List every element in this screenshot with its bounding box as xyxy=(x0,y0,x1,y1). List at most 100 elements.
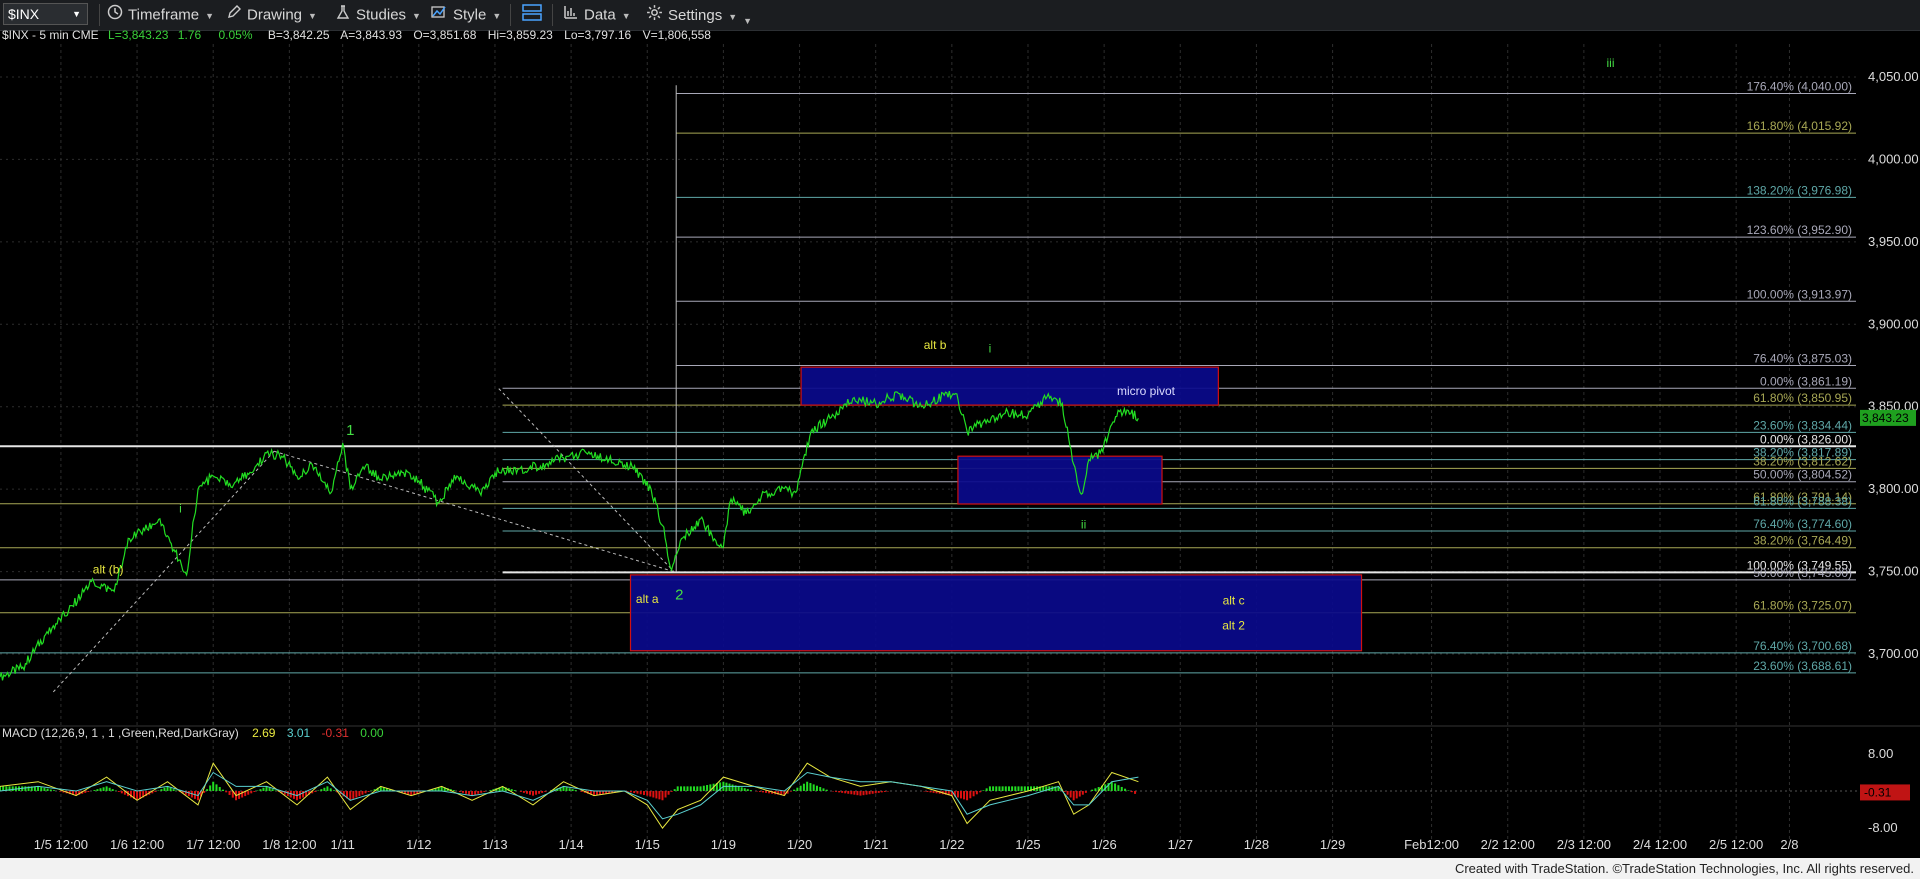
time-tick-label: 1/7 12:00 xyxy=(186,837,240,852)
header-change: 1.76 xyxy=(178,30,202,42)
macd-value-3: -0.31 xyxy=(322,726,350,740)
macd-tick-label: 8.00 xyxy=(1868,746,1893,761)
fib-label: 100.00% (3,913.97) xyxy=(1747,287,1852,301)
time-tick-label: 1/22 xyxy=(939,837,964,852)
time-tick-label: 2/2 12:00 xyxy=(1481,837,1535,852)
macd-header: MACD (12,26,9, 1 , 1 ,Green,Red,DarkGray… xyxy=(2,726,384,740)
layout-button[interactable] xyxy=(522,4,547,26)
toolbar: $INX ▼ Timeframe ▼ Drawing ▼ Studies ▼ Styl… xyxy=(0,0,1920,31)
price-tick-label: 4,000.00 xyxy=(1868,151,1919,166)
wave-label: i xyxy=(989,341,992,355)
fib-label: 176.40% (4,040.00) xyxy=(1747,79,1852,93)
settings-label: Settings xyxy=(668,6,723,24)
trendlines xyxy=(52,388,675,693)
time-tick-label: 1/5 12:00 xyxy=(34,837,88,852)
time-axis[interactable]: 1/5 12:00 1/6 12:00 1/7 12:00 1/8 12:00 1/11… xyxy=(34,837,1799,852)
fib-label: 38.20% (3,764.49) xyxy=(1753,534,1852,548)
time-tick-label: 1/21 xyxy=(863,837,888,852)
style-chart-icon xyxy=(430,4,448,27)
wave-label: 2 xyxy=(675,587,683,604)
price-chart[interactable]: 176.40% (4,040.00)161.80% (4,015.92)138.… xyxy=(0,30,1920,858)
overflow-caret-icon: ▼ xyxy=(743,15,753,26)
toolbar-divider xyxy=(99,4,100,26)
chevron-down-icon: ▼ xyxy=(72,9,81,19)
time-tick-label: 1/29 xyxy=(1320,837,1345,852)
fib-label: 61.80% (3,850.95) xyxy=(1753,391,1852,405)
chart-header: $INX - 5 min CME L=3,843.23 1.76 0.05% B… xyxy=(2,30,711,42)
fib-label: 50.00% (3,745.00) xyxy=(1753,566,1852,580)
price-tick-label: 3,750.00 xyxy=(1868,564,1919,579)
header-bid: B=3,842.25 xyxy=(268,30,330,42)
timeframe-label: Timeframe xyxy=(128,6,200,24)
studies-menu[interactable]: Studies ▼ xyxy=(335,4,421,26)
studies-label: Studies xyxy=(356,6,407,24)
chevron-down-icon: ▼ xyxy=(621,11,631,22)
header-low: Lo=3,797.16 xyxy=(564,30,631,42)
fib-label: 138.20% (3,976.98) xyxy=(1747,183,1852,197)
trendline-dotted xyxy=(273,450,675,573)
macd-label: MACD (12,26,9, 1 , 1 ,Green,Red,DarkGray… xyxy=(2,726,239,740)
wave-label: i xyxy=(179,501,182,515)
time-tick-label: 1/19 xyxy=(711,837,736,852)
data-label: Data xyxy=(584,6,616,24)
chevron-down-icon: ▼ xyxy=(412,11,421,22)
macd-value-2: 3.01 xyxy=(287,726,311,740)
header-open: O=3,851.68 xyxy=(413,30,476,42)
fib-label: 76.40% (3,875.03) xyxy=(1753,351,1852,365)
price-tick-label: 4,050.00 xyxy=(1868,69,1919,84)
wave-label: ii xyxy=(1081,518,1086,532)
time-tick-label: 1/28 xyxy=(1244,837,1269,852)
macd-value-1: 2.69 xyxy=(252,726,276,740)
time-tick-label: 2/5 12:00 xyxy=(1709,837,1763,852)
wave-label: alt 2 xyxy=(1222,618,1245,632)
time-tick-label: 1/11 xyxy=(330,837,354,852)
header-ask: A=3,843.93 xyxy=(340,30,402,42)
pencil-icon xyxy=(226,4,242,27)
price-tick-label: 3,700.00 xyxy=(1868,646,1919,661)
fib-label: 61.80% (3,725.07) xyxy=(1753,599,1852,613)
time-tick-label: 1/27 xyxy=(1168,837,1193,852)
time-tick-label: 1/6 12:00 xyxy=(110,837,164,852)
wave-label: iii xyxy=(1607,56,1615,70)
header-symbol-interval: $INX - 5 min CME xyxy=(2,30,99,42)
settings-menu[interactable]: Settings ▼ ▼ xyxy=(646,4,752,26)
gear-icon xyxy=(646,4,663,28)
drawing-menu[interactable]: Drawing ▼ xyxy=(226,4,317,26)
time-tick-label: 2/4 12:00 xyxy=(1633,837,1687,852)
fib-label: 38.20% (3,812.62) xyxy=(1753,454,1852,468)
macd-tick-label: -8.00 xyxy=(1868,820,1898,835)
macd-value-4: 0.00 xyxy=(360,726,384,740)
header-last: L=3,843.23 xyxy=(108,30,169,42)
flask-icon xyxy=(335,4,351,27)
time-tick-label: 1/15 xyxy=(635,837,660,852)
price-tick-label: 3,950.00 xyxy=(1868,234,1919,249)
symbol-input[interactable]: $INX ▼ xyxy=(3,3,88,25)
price-tick-label: 3,900.00 xyxy=(1868,316,1919,331)
toolbar-divider xyxy=(552,4,553,26)
layout-icon xyxy=(522,4,542,29)
chevron-down-icon: ▼ xyxy=(728,11,738,22)
wave-label: alt b xyxy=(924,338,947,352)
time-tick-label: 1/13 xyxy=(482,837,507,852)
fib-label: 0.00% (3,826.00) xyxy=(1760,432,1852,446)
wave-label: 1 xyxy=(346,422,354,439)
zone-box-lower xyxy=(629,574,1363,652)
time-tick-label: 2/8 xyxy=(1780,837,1798,852)
timeframe-menu[interactable]: Timeframe ▼ xyxy=(107,4,214,26)
toolbar-divider xyxy=(510,4,511,26)
symbol-value: $INX xyxy=(8,6,40,22)
wave-label: alt (b) xyxy=(93,562,124,576)
fib-label: 76.40% (3,774.60) xyxy=(1753,517,1852,531)
data-menu[interactable]: Data ▼ xyxy=(563,4,631,26)
zone-boxes xyxy=(629,366,1363,652)
fib-label: 61.80% (3,788.38) xyxy=(1753,494,1852,508)
copyright-text: Created with TradeStation. ©TradeStation… xyxy=(1454,861,1914,876)
price-axis[interactable]: 3,700.003,750.003,800.003,850.003,900.00… xyxy=(1860,69,1919,661)
chevron-down-icon: ▼ xyxy=(205,11,215,22)
style-menu[interactable]: Style ▼ xyxy=(430,4,501,26)
fib-label: 161.80% (4,015.92) xyxy=(1747,119,1852,133)
chart-grid xyxy=(0,44,1920,842)
chevron-down-icon: ▼ xyxy=(492,11,502,22)
fib-label: 0.00% (3,861.19) xyxy=(1760,374,1852,388)
time-tick-label: 1/8 12:00 xyxy=(262,837,316,852)
